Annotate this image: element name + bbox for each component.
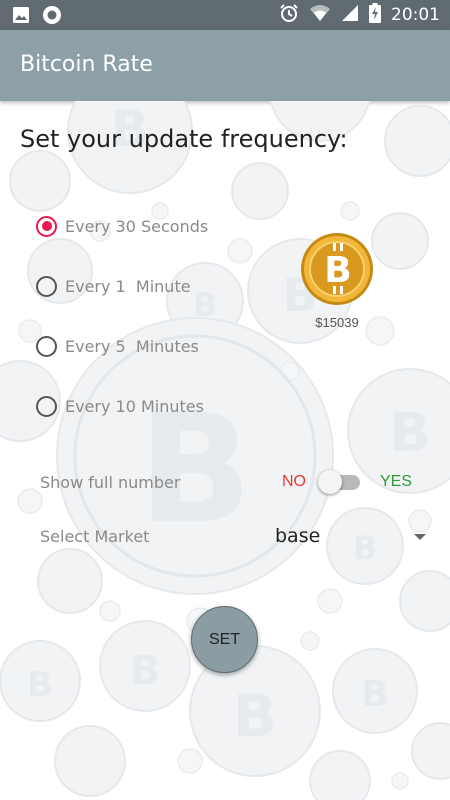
- svg-text:B: B: [233, 682, 277, 750]
- radio-unselected-icon[interactable]: [36, 335, 57, 357]
- frequency-option-10-minutes[interactable]: Every 10 Minutes: [36, 391, 204, 421]
- app-title: Bitcoin Rate: [20, 52, 153, 77]
- select-market-label: Select Market: [40, 527, 150, 546]
- signal-icon: [341, 4, 359, 27]
- svg-text:B: B: [324, 250, 351, 291]
- dropdown-arrow-icon: [414, 534, 426, 540]
- switch-off-label: NO: [282, 473, 306, 490]
- page-heading: Set your update frequency:: [20, 125, 348, 153]
- svg-text:B: B: [389, 401, 430, 464]
- show-full-number-label: Show full number: [40, 473, 181, 492]
- alarm-icon: [279, 3, 299, 28]
- frequency-option-label: Every 10 Minutes: [65, 396, 204, 416]
- switch-on-label: YES: [380, 473, 413, 490]
- market-select-value: base: [275, 525, 321, 547]
- radio-selected-icon[interactable]: [36, 215, 57, 237]
- record-icon: [42, 5, 62, 30]
- svg-text:B: B: [193, 286, 217, 324]
- frequency-option-label: Every 5 Minutes: [65, 336, 199, 356]
- frequency-option-30-seconds[interactable]: Every 30 Seconds: [36, 211, 208, 241]
- clock: 20:01: [391, 5, 440, 25]
- market-select[interactable]: base: [262, 521, 434, 553]
- status-bar: 20:01: [0, 0, 450, 30]
- radio-unselected-icon[interactable]: [36, 275, 57, 297]
- set-button[interactable]: SET: [191, 606, 258, 673]
- app-bar: Bitcoin Rate: [0, 30, 450, 101]
- switch-thumb: [318, 470, 342, 494]
- svg-text:B: B: [27, 665, 53, 705]
- frequency-option-label: Every 30 Seconds: [65, 216, 209, 236]
- wifi-icon: [309, 4, 331, 27]
- frequency-option-5-minutes[interactable]: Every 5 Minutes: [36, 331, 199, 361]
- radio-unselected-icon[interactable]: [36, 395, 57, 417]
- show-full-number-switch[interactable]: [318, 468, 362, 496]
- bitcoin-pattern-background: B B B B B B B B B B: [0, 101, 450, 800]
- settings-content: B B B B B B B B B B Set your update freq…: [0, 101, 450, 800]
- bitcoin-coin-icon: B: [301, 233, 373, 305]
- frequency-option-label: Every 1 Minute: [65, 276, 191, 296]
- bitcoin-price: $15039: [315, 315, 359, 330]
- svg-text:B: B: [361, 674, 388, 715]
- svg-text:B: B: [130, 648, 161, 694]
- image-icon: [12, 6, 30, 29]
- frequency-option-1-minute[interactable]: Every 1 Minute: [36, 271, 191, 301]
- battery-charging-icon: [369, 2, 381, 28]
